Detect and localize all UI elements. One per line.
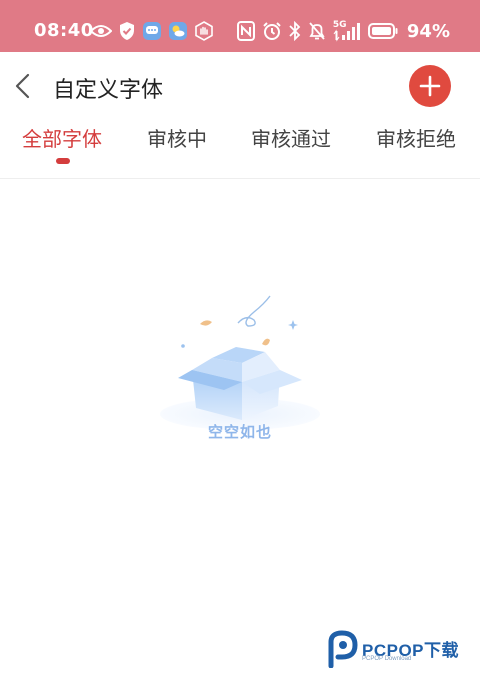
message-icon — [143, 22, 161, 40]
chevron-left-icon — [15, 73, 30, 99]
tab-rejected[interactable]: 审核拒绝 — [376, 123, 456, 152]
page-title: 自定义字体 — [53, 78, 164, 103]
app-header: 自定义字体 — [0, 52, 480, 120]
bluetooth-icon — [289, 21, 301, 41]
alarm-icon — [263, 22, 281, 40]
app-screen: 08:40 5G 94% 自定义字体 全部字体 审核中 审核通过 审核拒绝 空空… — [0, 0, 480, 680]
tab-under-review[interactable]: 审核中 — [147, 123, 207, 152]
nfc-icon — [236, 21, 255, 41]
tabs-divider — [0, 178, 480, 179]
battery-icon — [367, 23, 398, 39]
battery-percent: 94% — [406, 20, 450, 42]
status-notification-icons — [90, 20, 214, 42]
font-status-tabs: 全部字体 审核中 审核通过 审核拒绝 — [0, 120, 480, 178]
eye-icon — [90, 25, 112, 37]
add-font-button[interactable] — [409, 65, 451, 107]
active-tab-indicator — [56, 158, 70, 164]
watermark: PCPOP下载 PCPOP Download — [322, 628, 472, 668]
plus-icon — [419, 75, 441, 97]
pcpop-logo-icon — [328, 630, 358, 668]
tab-all-fonts[interactable]: 全部字体 — [22, 123, 102, 152]
hand-icon — [195, 21, 213, 41]
status-time: 08:40 — [34, 20, 94, 41]
watermark-subtitle: PCPOP Download — [362, 656, 412, 662]
tab-approved[interactable]: 审核通过 — [251, 123, 331, 152]
weather-icon — [169, 22, 187, 40]
back-button[interactable] — [10, 70, 38, 102]
signal-icon: 5G — [333, 20, 361, 42]
empty-state-text: 空空如也 — [207, 423, 272, 441]
status-bar: 08:40 5G 94% — [0, 0, 480, 52]
mute-icon — [309, 22, 325, 40]
empty-box-icon — [150, 290, 330, 440]
shield-check-icon — [120, 22, 134, 40]
status-system-icons: 5G 94% — [236, 19, 450, 43]
